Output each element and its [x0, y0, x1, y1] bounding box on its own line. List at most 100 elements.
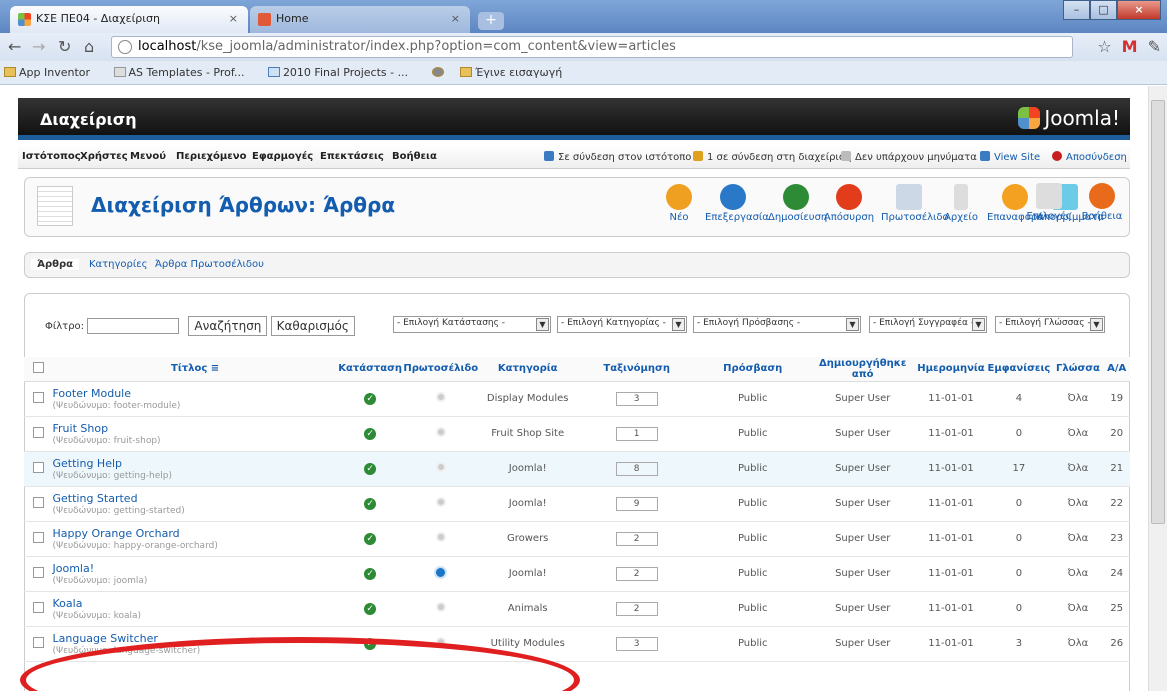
menu-users[interactable]: Χρήστες — [80, 151, 128, 162]
row-checkbox[interactable] — [32, 531, 44, 543]
archive-button[interactable]: Αρχείο — [933, 184, 989, 223]
article-title-link[interactable]: Language Switcher — [53, 632, 338, 645]
published-check-icon[interactable]: ✓ — [364, 392, 377, 405]
options-button[interactable]: Επιλογές — [1021, 183, 1077, 222]
bookmark-item[interactable]: App Inventor — [4, 66, 100, 79]
browser-tab-active[interactable]: ΚΣΕ ΠΕ04 - Διαχείριση × — [10, 6, 248, 33]
author-cell[interactable]: Super User — [808, 416, 917, 452]
reload-icon[interactable]: ↻ — [58, 37, 71, 56]
select-all-checkbox[interactable] — [32, 361, 44, 373]
ordering-input[interactable]: 2 — [615, 531, 658, 546]
published-check-icon[interactable]: ✓ — [364, 427, 377, 440]
author-select[interactable]: - Επιλογή Συγγραφέα - ▼ — [869, 316, 987, 333]
new-tab-button[interactable]: + — [478, 12, 504, 30]
article-title-link[interactable]: Joomla! — [53, 562, 338, 575]
col-status[interactable]: Κατάσταση — [337, 357, 403, 382]
menu-components[interactable]: Εφαρμογές — [252, 151, 313, 162]
status-select[interactable]: - Επιλογή Κατάστασης - ▼ — [393, 316, 551, 333]
close-window-icon[interactable]: × — [1117, 0, 1161, 20]
star-icon[interactable]: ☆ — [1097, 37, 1111, 56]
scrollbar-thumb[interactable] — [1151, 100, 1165, 524]
article-title-link[interactable]: Footer Module — [53, 387, 338, 400]
filter-search-input[interactable] — [87, 318, 180, 334]
close-tab-icon[interactable]: × — [229, 12, 238, 25]
author-cell[interactable]: Super User — [808, 451, 917, 487]
minimize-icon[interactable]: – — [1063, 0, 1090, 20]
subtab-categories[interactable]: Κατηγορίες — [89, 259, 148, 270]
ordering-input[interactable]: 1 — [615, 426, 658, 441]
bookmark-item[interactable] — [431, 66, 447, 79]
not-featured-icon[interactable] — [435, 637, 446, 647]
logout-link[interactable]: Αποσύνδεση — [1052, 151, 1127, 163]
not-featured-icon[interactable] — [435, 427, 446, 437]
browser-tab-home[interactable]: Home × — [250, 6, 470, 33]
status-messages[interactable]: Δεν υπάρχουν μηνύματα — [841, 151, 977, 163]
search-button[interactable]: Αναζήτηση — [188, 316, 268, 336]
clear-button[interactable]: Καθαρισμός — [270, 316, 355, 336]
col-access[interactable]: Πρόσβαση — [696, 357, 809, 382]
category-select[interactable]: - Επιλογή Κατηγορίας - ▼ — [557, 316, 687, 333]
ordering-input[interactable]: 8 — [615, 461, 658, 476]
author-cell[interactable]: Super User — [808, 381, 917, 417]
forward-arrow-icon[interactable]: → — [32, 37, 45, 56]
col-id[interactable]: Α/Α — [1103, 357, 1130, 382]
row-checkbox[interactable] — [32, 636, 44, 648]
language-select[interactable]: - Επιλογή Γλώσσας - ▼ — [995, 316, 1105, 333]
row-checkbox[interactable] — [32, 566, 44, 578]
article-title-link[interactable]: Happy Orange Orchard — [53, 527, 338, 540]
menu-extensions[interactable]: Επεκτάσεις — [320, 151, 384, 162]
unpublish-button[interactable]: Απόσυρση — [821, 184, 877, 223]
row-checkbox[interactable] — [32, 496, 44, 508]
col-created-by[interactable]: Δημιουργήθηκε από — [808, 357, 917, 382]
col-category[interactable]: Κατηγορία — [478, 357, 577, 382]
not-featured-icon[interactable] — [435, 392, 446, 402]
published-check-icon[interactable]: ✓ — [364, 567, 377, 580]
edit-button[interactable]: Επεξεργασία — [705, 184, 769, 223]
ordering-input[interactable]: 9 — [615, 496, 658, 511]
view-site-link[interactable]: View Site — [980, 151, 1040, 163]
author-cell[interactable]: Super User — [808, 486, 917, 522]
published-check-icon[interactable]: ✓ — [364, 602, 377, 615]
back-arrow-icon[interactable]: ← — [8, 37, 21, 56]
col-date[interactable]: Ημερομηνία — [916, 357, 986, 382]
bookmark-item[interactable]: Έγινε εισαγωγή — [460, 66, 572, 79]
not-featured-icon[interactable] — [435, 602, 446, 612]
col-ordering[interactable]: Ταξινόμηση — [576, 357, 697, 382]
access-select[interactable]: - Επιλογή Πρόσβασης - ▼ — [693, 316, 861, 333]
menu-content[interactable]: Περιεχόμενο — [176, 151, 246, 162]
author-cell[interactable]: Super User — [808, 556, 917, 592]
not-featured-icon[interactable] — [435, 497, 446, 507]
bookmark-item[interactable]: AS Templates - Prof... — [113, 66, 255, 79]
article-title-link[interactable]: Getting Started — [53, 492, 338, 505]
subtab-articles[interactable]: Άρθρα — [31, 259, 80, 270]
ordering-input[interactable]: 3 — [615, 391, 658, 406]
menu-site[interactable]: Ιστότοπος — [22, 151, 81, 162]
col-language[interactable]: Γλώσσα — [1052, 357, 1104, 382]
row-checkbox[interactable] — [32, 461, 44, 473]
gmail-icon[interactable]: M — [1122, 37, 1138, 56]
row-checkbox[interactable] — [32, 601, 44, 613]
ordering-input[interactable]: 2 — [615, 601, 658, 616]
article-title-link[interactable]: Koala — [53, 597, 338, 610]
menu-menus[interactable]: Μενού — [130, 151, 166, 162]
author-cell[interactable]: Super User — [808, 591, 917, 627]
maximize-icon[interactable]: □ — [1090, 0, 1117, 20]
publish-button[interactable]: Δημοσίευση — [768, 184, 827, 223]
row-checkbox[interactable] — [32, 426, 44, 438]
home-icon[interactable]: ⌂ — [84, 37, 94, 56]
ordering-input[interactable]: 3 — [615, 636, 658, 651]
author-cell[interactable]: Super User — [808, 626, 917, 662]
article-title-link[interactable]: Fruit Shop — [53, 422, 338, 435]
published-check-icon[interactable]: ✓ — [364, 637, 377, 650]
not-featured-icon[interactable] — [435, 532, 446, 542]
article-title-link[interactable]: Getting Help — [53, 457, 338, 470]
published-check-icon[interactable]: ✓ — [364, 462, 377, 475]
help-button[interactable]: Βοήθεια — [1078, 183, 1126, 222]
page-scrollbar[interactable] — [1148, 86, 1167, 691]
ordering-input[interactable]: 2 — [615, 566, 658, 581]
featured-button[interactable]: Πρωτοσέλιδο — [881, 184, 949, 223]
wrench-icon[interactable]: ✎ — [1148, 37, 1161, 56]
col-hits[interactable]: Εμφανίσεις — [985, 357, 1053, 382]
published-check-icon[interactable]: ✓ — [364, 532, 377, 545]
col-title[interactable]: Τίτλος ≡ — [52, 357, 338, 382]
